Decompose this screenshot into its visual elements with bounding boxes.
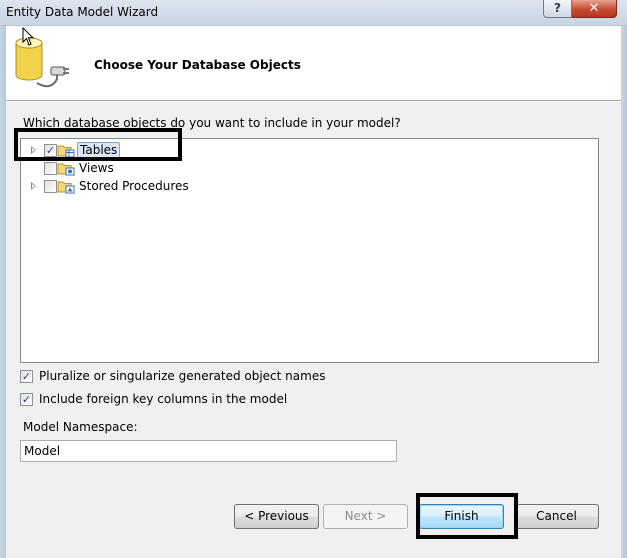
namespace-label: Model Namespace: <box>23 420 138 434</box>
mouse-cursor-icon <box>22 26 36 50</box>
database-plug-icon <box>11 33 71 96</box>
close-button[interactable]: ✕ <box>572 0 617 18</box>
tree-item-stored-procedures[interactable]: Stored Procedures <box>21 178 321 196</box>
wizard-header: Choose Your Database Objects <box>6 26 621 101</box>
title-bar: Entity Data Model Wizard ? ✕ <box>0 0 627 26</box>
foreign-keys-checkbox[interactable]: ✓ <box>20 393 33 406</box>
namespace-input[interactable]: Model <box>20 440 397 462</box>
window-frame-right <box>621 26 627 558</box>
tree-item-label[interactable]: Views <box>77 161 116 176</box>
page-title: Choose Your Database Objects <box>94 58 301 72</box>
tree-item-views[interactable]: Views <box>21 160 321 178</box>
finish-highlight-box <box>416 493 518 539</box>
tables-highlight-box <box>14 128 182 161</box>
pluralize-checkbox[interactable]: ✓ <box>20 370 33 383</box>
views-checkbox[interactable] <box>44 162 57 175</box>
views-folder-icon <box>57 161 75 179</box>
stored-procedures-folder-icon <box>57 179 75 197</box>
previous-button[interactable]: < Previous <box>234 504 319 529</box>
help-button[interactable]: ? <box>543 0 572 18</box>
pluralize-label[interactable]: Pluralize or singularize generated objec… <box>39 369 325 383</box>
tree-item-label[interactable]: Stored Procedures <box>77 179 191 194</box>
stored-procedures-checkbox[interactable] <box>44 180 57 193</box>
window-title: Entity Data Model Wizard <box>6 5 159 19</box>
expand-arrow-icon[interactable] <box>31 182 36 190</box>
cancel-button[interactable]: Cancel <box>514 504 599 529</box>
wizard-body: Which database objects do you want to in… <box>6 102 621 558</box>
next-button[interactable]: Next > <box>323 504 408 529</box>
database-objects-tree[interactable]: ✓ Tables Views Stored Procedures <box>20 138 599 363</box>
foreign-keys-label[interactable]: Include foreign key columns in the model <box>39 392 287 406</box>
